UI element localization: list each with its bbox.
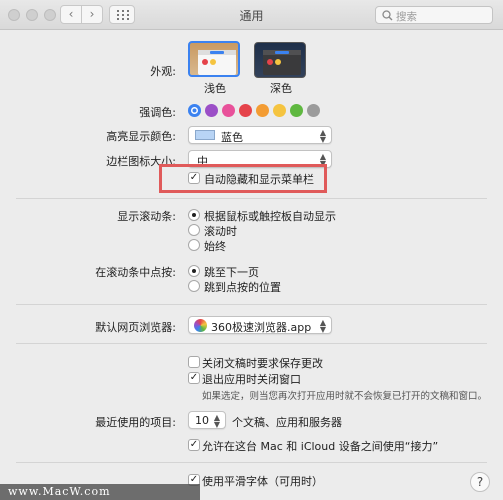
search-icon: [382, 10, 393, 21]
appearance-light-option[interactable]: [188, 41, 240, 77]
accent-color-option[interactable]: [307, 104, 320, 117]
question-icon: ?: [476, 475, 484, 489]
click-jump-spot-label: 跳到点按的位置: [204, 281, 281, 294]
accent-color-option[interactable]: [290, 104, 303, 117]
annotation-highlight-box: [159, 164, 327, 193]
accent-label: 强调色:: [139, 106, 176, 119]
divider: [16, 343, 487, 344]
accent-color-option[interactable]: [273, 104, 286, 117]
ask-save-changes-checkbox[interactable]: [188, 356, 200, 368]
accent-color-option[interactable]: [239, 104, 252, 117]
recent-items-suffix: 个文稿、应用和服务器: [232, 416, 342, 429]
recent-items-count-popup[interactable]: 10 ▲ ▼: [188, 411, 226, 429]
browser-app-icon: [194, 319, 207, 332]
highlight-label: 高亮显示颜色:: [106, 130, 176, 143]
click-scrollbar-label: 在滚动条中点按:: [95, 266, 176, 279]
scrollbars-auto-label: 根据鼠标或触控板自动显示: [204, 210, 336, 223]
search-placeholder: 搜索: [396, 11, 417, 23]
accent-color-option[interactable]: [222, 104, 235, 117]
recent-items-label: 最近使用的项目:: [95, 416, 176, 429]
close-windows-checkbox[interactable]: ✓: [188, 372, 200, 384]
default-browser-popup[interactable]: 360极速浏览器.app ▲ ▼: [188, 316, 332, 334]
appearance-label: 外观:: [150, 65, 176, 78]
accent-color-option[interactable]: [256, 104, 269, 117]
watermark-text: www.MacW.com: [8, 485, 111, 498]
highlight-swatch: [195, 130, 215, 140]
recent-items-count-value: 10: [195, 414, 209, 427]
divider: [16, 304, 487, 305]
search-input[interactable]: 搜索: [375, 6, 493, 24]
default-browser-label: 默认网页浏览器:: [95, 321, 176, 334]
scrollbars-always-label: 始终: [204, 240, 226, 253]
accent-color-option[interactable]: [205, 104, 218, 117]
appearance-dark-option[interactable]: [254, 42, 306, 78]
appearance-dark-label: 深色: [270, 82, 292, 95]
highlight-color-popup[interactable]: 蓝色 ▲ ▼: [188, 126, 332, 144]
close-windows-note: 如果选定，则当您再次打开应用时就不会恢复已打开的文稿和窗口。: [202, 391, 488, 402]
divider: [16, 198, 487, 199]
ask-save-changes-label: 关闭文稿时要求保存更改: [202, 357, 323, 370]
scrollbars-scrolling-radio[interactable]: [188, 224, 200, 236]
show-scrollbars-label: 显示滚动条:: [117, 210, 176, 223]
handoff-checkbox[interactable]: ✓: [188, 439, 200, 451]
highlight-value: 蓝色: [221, 131, 243, 144]
click-next-page-label: 跳至下一页: [204, 266, 259, 279]
chevron-updown-icon: ▲ ▼: [213, 413, 220, 429]
click-next-page-radio[interactable]: [188, 265, 200, 277]
chevron-updown-icon: ▲ ▼: [319, 128, 326, 144]
accent-color-option[interactable]: [188, 104, 201, 117]
title-bar: ‹ › 通用 搜索: [0, 0, 503, 30]
scrollbars-scrolling-label: 滚动时: [204, 225, 237, 238]
chevron-updown-icon: ▲ ▼: [319, 318, 326, 334]
scrollbars-always-radio[interactable]: [188, 239, 200, 251]
click-jump-spot-radio[interactable]: [188, 280, 200, 292]
font-smoothing-label: 使用平滑字体（可用时）: [202, 475, 323, 488]
scrollbars-auto-radio[interactable]: [188, 209, 200, 221]
close-windows-label: 退出应用时关闭窗口: [202, 373, 301, 386]
divider: [16, 462, 487, 463]
watermark: www.MacW.com: [0, 484, 200, 500]
appearance-light-label: 浅色: [204, 82, 226, 95]
default-browser-value: 360极速浏览器.app: [211, 321, 312, 334]
handoff-label: 允许在这台 Mac 和 iCloud 设备之间使用“接力”: [202, 440, 439, 453]
help-button[interactable]: ?: [470, 472, 490, 492]
